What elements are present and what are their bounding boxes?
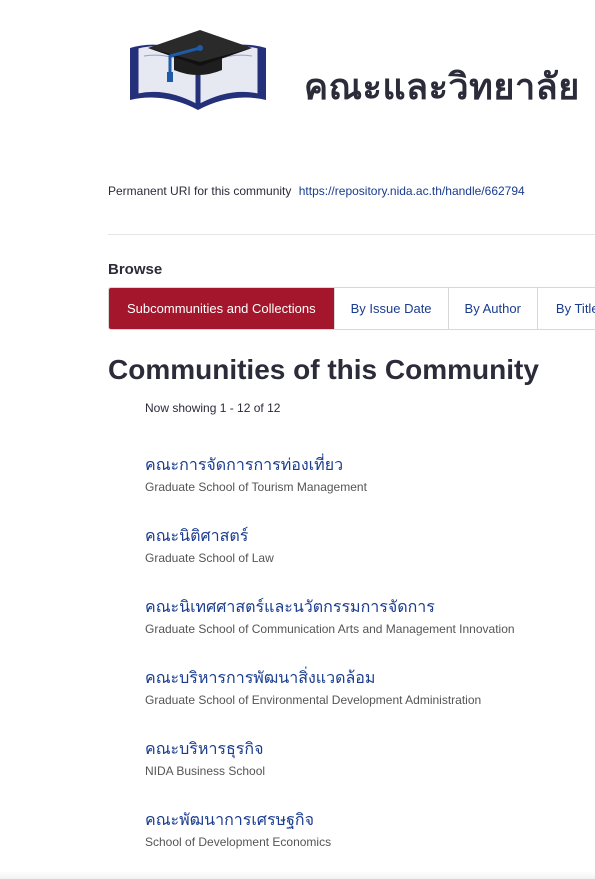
page-title: คณะและวิทยาลัย [304,66,580,107]
divider [108,234,595,235]
permanent-uri: Permanent URI for this community https:/… [108,184,525,198]
section-title: Communities of this Community [108,354,539,385]
community-logo [120,8,276,114]
list-item: คณะบริหารธุรกิจ NIDA Business School [145,740,515,811]
community-link[interactable]: คณะนิเทศศาสตร์และนวัตกรรมการจัดการ [145,598,515,618]
tab-by-issue-date[interactable]: By Issue Date [334,288,449,329]
results-count: Now showing 1 - 12 of 12 [145,401,281,415]
uri-link[interactable]: https://repository.nida.ac.th/handle/662… [299,184,525,198]
browse-tabs: Subcommunities and Collections By Issue … [108,287,595,330]
community-english-name: School of Development Economics [145,835,332,849]
community-link[interactable]: คณะการจัดการการท่องเที่ยว [145,456,515,476]
community-english-name: Graduate School of Communication Arts an… [145,622,515,636]
community-english-name: Graduate School of Tourism Management [145,480,367,494]
community-english-name: NIDA Business School [145,764,266,778]
uri-label: Permanent URI for this community [108,184,292,198]
list-item: คณะนิเทศศาสตร์และนวัตกรรมการจัดการ Gradu… [145,598,515,669]
footer-edge [0,871,595,879]
community-english-name: Graduate School of Environmental Develop… [145,693,482,707]
list-item: คณะบริหารการพัฒนาสิ่งแวดล้อม Graduate Sc… [145,669,515,740]
community-link[interactable]: คณะบริหารธุรกิจ [145,740,515,760]
community-english-name: Graduate School of Law [145,551,274,565]
community-link[interactable]: คณะบริหารการพัฒนาสิ่งแวดล้อม [145,669,515,689]
community-link[interactable]: คณะพัฒนาการเศรษฐกิจ [145,811,515,831]
browse-heading: Browse [108,261,163,278]
list-item: คณะการจัดการการท่องเที่ยว Graduate Schoo… [145,456,515,527]
tab-by-author[interactable]: By Author [448,288,538,329]
tab-by-title[interactable]: By Title [537,288,595,329]
community-link[interactable]: คณะนิติศาสตร์ [145,527,515,547]
list-item: คณะนิติศาสตร์ Graduate School of Law [145,527,515,598]
list-item: คณะพัฒนาการเศรษฐกิจ School of Developmen… [145,811,515,879]
graduation-cap-book-icon [130,30,266,110]
community-list: คณะการจัดการการท่องเที่ยว Graduate Schoo… [145,456,515,879]
tab-subcommunities-collections[interactable]: Subcommunities and Collections [109,288,335,329]
